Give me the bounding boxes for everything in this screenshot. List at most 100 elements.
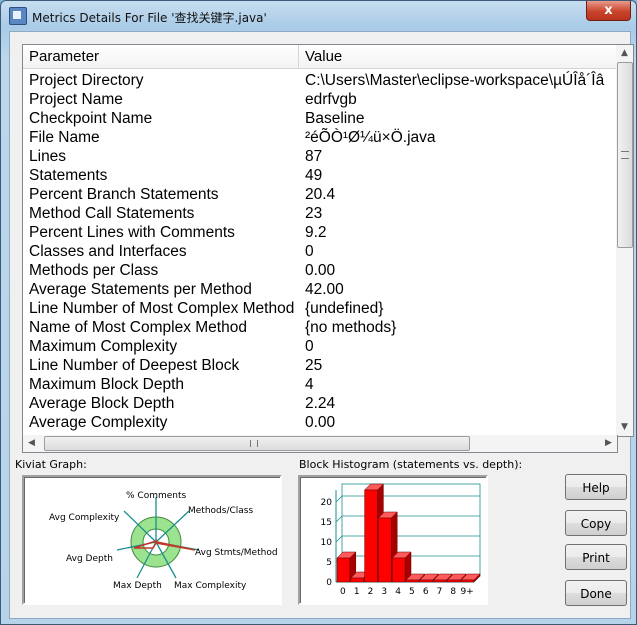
axis-label-comments: % Comments bbox=[126, 491, 187, 501]
histogram-bar bbox=[336, 557, 351, 583]
table-row[interactable]: Average Block Depth 2.24 bbox=[23, 394, 616, 413]
app-icon bbox=[9, 7, 27, 25]
parameter-cell: Average Block Depth bbox=[29, 395, 175, 412]
scroll-down-arrow-icon[interactable]: ▼ bbox=[616, 419, 633, 436]
table-row[interactable]: Checkpoint Name Baseline bbox=[23, 109, 616, 128]
value-cell: 25 bbox=[305, 357, 323, 374]
gridline bbox=[335, 535, 343, 543]
table-row[interactable]: Line Number of Most Complex Method {undef… bbox=[23, 299, 616, 318]
horizontal-scroll-thumb[interactable] bbox=[44, 436, 470, 451]
table-row[interactable]: Project Directory C:\Users\Master\eclipse… bbox=[23, 71, 616, 90]
parameter-cell: Maximum Block Depth bbox=[29, 376, 185, 393]
axis-label-avg-stmts-method: Avg Stmts/Method bbox=[195, 548, 278, 558]
y-tick-label: 10 bbox=[321, 538, 333, 548]
value-cell: 87 bbox=[305, 148, 323, 165]
value-cell: C:\Users\Master\eclipse-workspace\µÚÎå´Î… bbox=[305, 72, 605, 89]
parameter-cell: Project Directory bbox=[29, 72, 144, 89]
x-tick-label: 7 bbox=[437, 587, 443, 597]
table-row[interactable]: Methods per Class 0.00 bbox=[23, 261, 616, 280]
parameter-cell: Project Name bbox=[29, 91, 123, 108]
x-tick-label: 2 bbox=[368, 587, 374, 597]
table-row[interactable]: Line Number of Deepest Block 25 bbox=[23, 356, 616, 375]
parameter-cell: Percent Branch Statements bbox=[29, 186, 219, 203]
column-header-value[interactable]: Value bbox=[299, 45, 616, 68]
parameter-cell: Percent Lines with Comments bbox=[29, 224, 235, 241]
value-cell: 2.24 bbox=[305, 395, 336, 412]
column-header-parameter[interactable]: Parameter bbox=[23, 45, 299, 68]
value-cell: {undefined} bbox=[305, 300, 384, 317]
dialog-content: Parameter Value Project Directory C:\User… bbox=[9, 31, 634, 619]
table-row[interactable]: Average Complexity 0.00 bbox=[23, 413, 616, 432]
x-tick-label: 8 bbox=[450, 587, 456, 597]
kiviat-graph-panel: % Comments Methods/Class Avg Stmts/Metho… bbox=[22, 475, 282, 605]
table-row[interactable]: Statements 49 bbox=[23, 166, 616, 185]
horizontal-scrollbar[interactable]: ◀ ▶ bbox=[22, 435, 618, 453]
close-button[interactable]: x bbox=[586, 1, 631, 21]
copy-button[interactable]: Copy bbox=[565, 510, 627, 536]
value-cell: 4 bbox=[305, 376, 314, 393]
table-row[interactable]: Classes and Interfaces 0 bbox=[23, 242, 616, 261]
scroll-up-arrow-icon[interactable]: ▲ bbox=[616, 45, 633, 62]
value-cell: 23 bbox=[305, 205, 323, 222]
print-button[interactable]: Print bbox=[565, 544, 627, 570]
vertical-scroll-thumb[interactable] bbox=[617, 62, 633, 248]
parameter-cell: Average Statements per Method bbox=[29, 281, 252, 298]
x-tick-label: 9+ bbox=[460, 587, 473, 597]
value-cell: 49 bbox=[305, 167, 323, 184]
parameter-cell: Methods per Class bbox=[29, 262, 159, 279]
table-row[interactable]: Maximum Block Depth 4 bbox=[23, 375, 616, 394]
histogram-bar bbox=[391, 557, 406, 583]
histogram-bar bbox=[378, 517, 392, 583]
value-cell: Baseline bbox=[305, 110, 365, 127]
histogram-bar bbox=[460, 579, 475, 583]
y-tick-label: 15 bbox=[321, 518, 332, 528]
axis-label-avg-complexity: Avg Complexity bbox=[49, 513, 120, 523]
parameter-cell: Method Call Statements bbox=[29, 205, 195, 222]
value-cell: {no methods} bbox=[305, 319, 397, 336]
scroll-right-arrow-icon[interactable]: ▶ bbox=[600, 435, 617, 452]
window-title: Metrics Details For File '查找关键字.java' bbox=[32, 11, 267, 25]
grip-icon bbox=[621, 151, 629, 159]
parameter-cell: Line Number of Deepest Block bbox=[29, 357, 240, 374]
y-tick-label: 0 bbox=[326, 578, 332, 588]
grip-icon bbox=[250, 440, 258, 447]
table-row[interactable]: Average Statements per Method 42.00 bbox=[23, 280, 616, 299]
x-tick-label: 6 bbox=[423, 587, 429, 597]
value-cell: edrfvgb bbox=[305, 91, 357, 108]
value-cell: 0 bbox=[305, 243, 314, 260]
value-cell: ²éÕÒ¹Ø¼ü×Ö.java bbox=[305, 129, 436, 146]
vertical-scrollbar[interactable]: ▲ ▼ bbox=[616, 44, 634, 437]
title-bar[interactable]: Metrics Details For File '查找关键字.java' x bbox=[1, 1, 636, 31]
table-row[interactable]: Maximum Complexity 0 bbox=[23, 337, 616, 356]
parameter-cell: Classes and Interfaces bbox=[29, 243, 187, 260]
table-body: Project Directory C:\Users\Master\eclipse… bbox=[23, 71, 616, 432]
metrics-table[interactable]: Parameter Value Project Directory C:\User… bbox=[22, 44, 617, 437]
table-row[interactable]: File Name ²éÕÒ¹Ø¼ü×Ö.java bbox=[23, 128, 616, 147]
dialog-window: Metrics Details For File '查找关键字.java' x … bbox=[0, 0, 637, 625]
y-tick-label: 5 bbox=[326, 558, 332, 568]
scroll-left-arrow-icon[interactable]: ◀ bbox=[23, 435, 40, 452]
table-row[interactable]: Method Call Statements 23 bbox=[23, 204, 616, 223]
table-row[interactable]: Percent Branch Statements 20.4 bbox=[23, 185, 616, 204]
histogram-bar bbox=[350, 577, 364, 583]
parameter-cell: Maximum Complexity bbox=[29, 338, 178, 355]
block-histogram-chart: 051015200 1 2 3 4 5 6 7 8 9+ bbox=[321, 483, 481, 597]
histogram-bar bbox=[364, 489, 378, 583]
y-tick-label: 20 bbox=[321, 498, 333, 508]
done-button[interactable]: Done bbox=[565, 580, 627, 606]
x-tick-label: 1 bbox=[354, 587, 360, 597]
help-button[interactable]: Help bbox=[565, 474, 627, 500]
table-row[interactable]: Name of Most Complex Method {no methods} bbox=[23, 318, 616, 337]
kiviat-graph: % Comments Methods/Class Avg Stmts/Metho… bbox=[49, 491, 278, 591]
axis-label-max-depth: Max Depth bbox=[113, 581, 162, 591]
table-row[interactable]: Lines 87 bbox=[23, 147, 616, 166]
table-row[interactable]: Project Name edrfvgb bbox=[23, 90, 616, 109]
table-row[interactable]: Percent Lines with Comments 9.2 bbox=[23, 223, 616, 242]
value-cell: 9.2 bbox=[305, 224, 327, 241]
parameter-cell: Lines bbox=[29, 148, 67, 165]
axis-label-avg-depth: Avg Depth bbox=[66, 554, 113, 564]
histogram-bar bbox=[433, 579, 447, 583]
axis-label-max-complexity: Max Complexity bbox=[174, 581, 247, 591]
value-cell: 42.00 bbox=[305, 281, 344, 298]
block-histogram-panel: 0 5 10 15 20 0 1 2 3 4 5 6 7 8 9+ bbox=[298, 475, 488, 605]
